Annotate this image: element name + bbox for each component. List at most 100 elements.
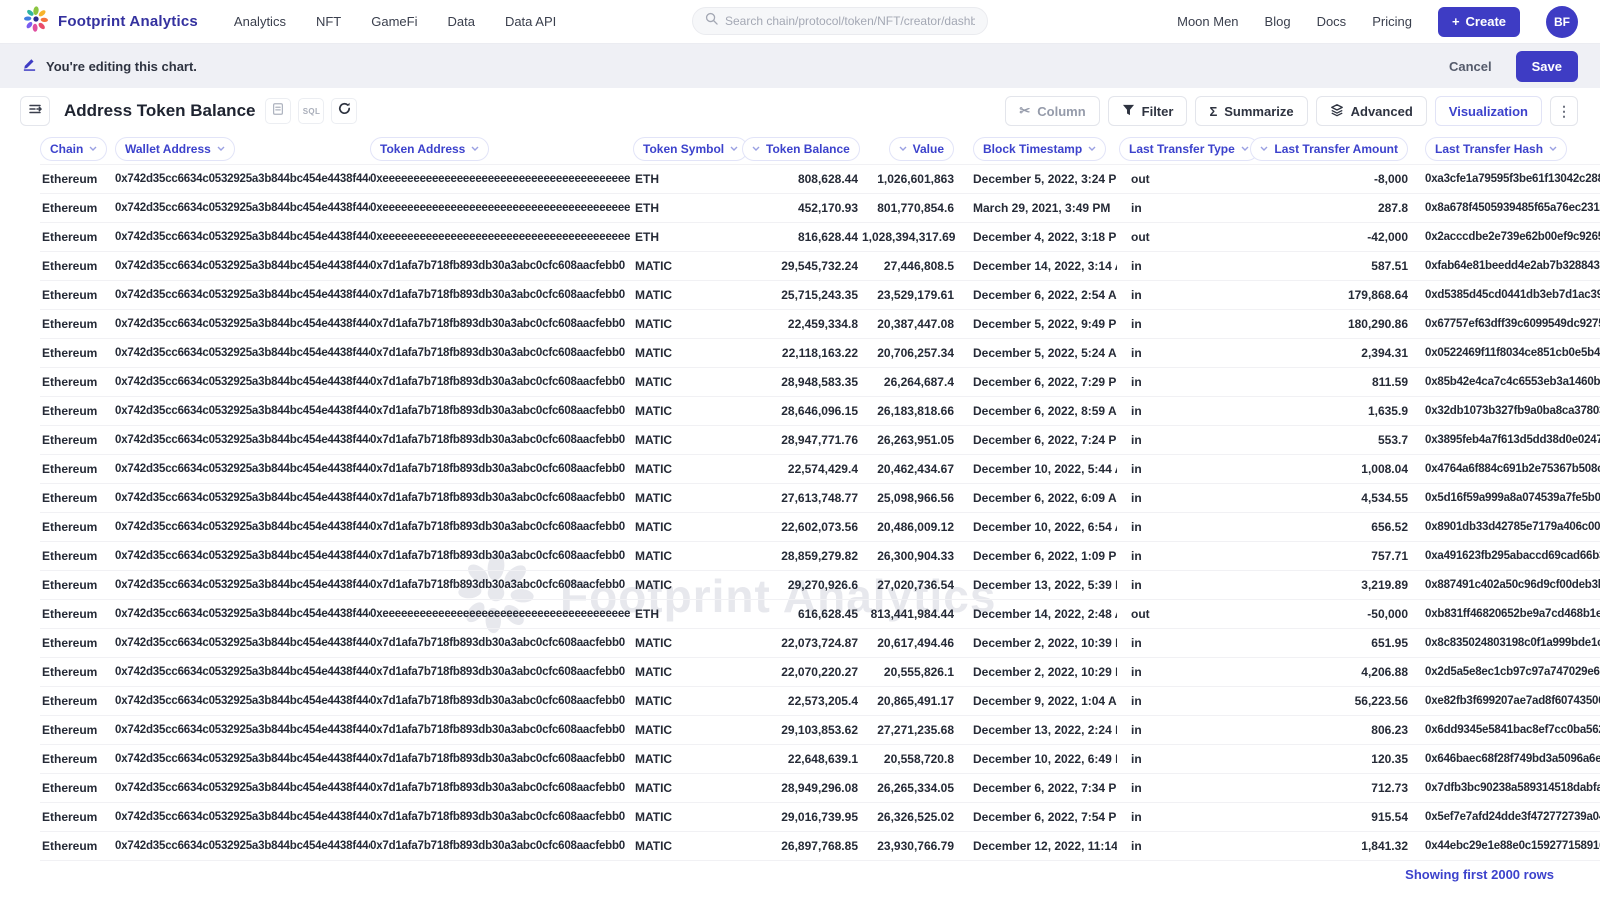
column-header-token-symbol[interactable]: Token Symbol (633, 137, 748, 161)
cell-token-symbol: MATIC (633, 280, 742, 309)
nav-item-data-api[interactable]: Data API (505, 14, 556, 29)
cell-last-transfer-type: out (1117, 164, 1248, 193)
cell-block-timestamp: December 10, 2022, 6:49 PM (958, 744, 1117, 773)
cell-token-symbol: MATIC (633, 512, 742, 541)
brand[interactable]: Footprint Analytics (22, 5, 198, 38)
kebab-icon: ⋮ (1557, 103, 1571, 120)
cell-last-transfer-hash: 0x8c835024803198c0f1a999bde1c687 (1412, 628, 1600, 657)
cell-chain: Ethereum (40, 251, 115, 280)
cell-token-balance: 28,949,296.08 (742, 773, 862, 802)
cell-block-timestamp: December 6, 2022, 7:54 PM (958, 802, 1117, 831)
column-header-last-transfer-amount[interactable]: Last Transfer Amount (1250, 137, 1408, 161)
nav-item-analytics[interactable]: Analytics (234, 14, 286, 29)
advanced-button[interactable]: Advanced (1316, 96, 1427, 126)
table-row: Ethereum 0x742d35cc6634c0532925a3b844bc4… (40, 831, 1600, 860)
cell-last-transfer-hash: 0x887491c402a50c96d9cf00deb3b775 (1412, 570, 1600, 599)
column-header-chain[interactable]: Chain (40, 137, 107, 161)
edit-actions: Cancel Save (1449, 51, 1578, 82)
column-header-block-timestamp[interactable]: Block Timestamp (973, 137, 1106, 161)
nav-item-pricing[interactable]: Pricing (1372, 14, 1412, 29)
column-header-last-transfer-hash[interactable]: Last Transfer Hash (1425, 137, 1567, 161)
cell-last-transfer-hash: 0x8a678f4505939485f65a76ec231934 (1412, 193, 1600, 222)
column-header-token-address[interactable]: Token Address (370, 137, 489, 161)
cell-token-symbol: MATIC (633, 483, 742, 512)
search-placeholder: Search chain/protocol/token/NFT/creator/… (725, 14, 975, 28)
cell-last-transfer-type: in (1117, 802, 1248, 831)
table-row: Ethereum 0x742d35cc6634c0532925a3b844bc4… (40, 715, 1600, 744)
nav-item-moon-men[interactable]: Moon Men (1177, 14, 1238, 29)
cell-token-address: 0x7d1afa7b718fb893db30a3abc0cfc608aacfeb… (370, 744, 633, 773)
cell-token-address: 0x7d1afa7b718fb893db30a3abc0cfc608aacfeb… (370, 802, 633, 831)
cell-block-timestamp: December 12, 2022, 11:14 ... (958, 831, 1117, 860)
nav-item-nft[interactable]: NFT (316, 14, 341, 29)
create-button[interactable]: + Create (1438, 7, 1520, 37)
nav-item-docs[interactable]: Docs (1317, 14, 1347, 29)
cell-token-address: 0x7d1afa7b718fb893db30a3abc0cfc608aacfeb… (370, 251, 633, 280)
cell-block-timestamp: December 13, 2022, 2:24 PM (958, 715, 1117, 744)
more-options-button[interactable]: ⋮ (1550, 96, 1578, 126)
avatar[interactable]: BF (1546, 6, 1578, 38)
top-navbar: Footprint Analytics Analytics NFT GameFi… (0, 0, 1600, 44)
cell-token-balance: 26,897,768.85 (742, 831, 862, 860)
outline-toggle-button[interactable] (20, 96, 50, 126)
cell-last-transfer-type: in (1117, 483, 1248, 512)
cell-value: 27,446,808.5 (862, 251, 958, 280)
column-header-last-transfer-type[interactable]: Last Transfer Type (1119, 137, 1259, 161)
nav-item-data[interactable]: Data (447, 14, 474, 29)
column-header-value[interactable]: Value (889, 137, 954, 161)
nav-item-blog[interactable]: Blog (1265, 14, 1291, 29)
cell-last-transfer-type: in (1117, 628, 1248, 657)
cell-token-balance: 28,947,771.76 (742, 425, 862, 454)
cell-token-address: 0xeeeeeeeeeeeeeeeeeeeeeeeeeeeeeeeeeeeeee… (370, 164, 633, 193)
table-row: Ethereum 0x742d35cc6634c0532925a3b844bc4… (40, 628, 1600, 657)
global-search-input[interactable]: Search chain/protocol/token/NFT/creator/… (692, 7, 988, 35)
chart-toolbar: Address Token Balance SQL ✂ Co (0, 88, 1600, 134)
summarize-button[interactable]: Σ Summarize (1195, 96, 1307, 126)
cell-last-transfer-amount: 1,841.32 (1248, 831, 1412, 860)
cancel-button[interactable]: Cancel (1449, 59, 1492, 74)
cell-last-transfer-type: in (1117, 367, 1248, 396)
chevron-down-icon (1549, 146, 1557, 151)
save-button[interactable]: Save (1516, 51, 1578, 82)
cell-token-balance: 22,073,724.87 (742, 628, 862, 657)
chevron-down-icon (471, 146, 479, 151)
cell-block-timestamp: December 14, 2022, 2:48 AM (958, 599, 1117, 628)
cell-last-transfer-type: in (1117, 193, 1248, 222)
refresh-button[interactable] (331, 98, 357, 124)
cell-wallet-address: 0x742d35cc6634c0532925a3b844bc454e4438f4… (115, 512, 370, 541)
notes-button[interactable] (265, 98, 291, 124)
cell-token-balance: 22,459,334.8 (742, 309, 862, 338)
cell-token-balance: 816,628.44 (742, 222, 862, 251)
cell-block-timestamp: December 14, 2022, 3:14 AM (958, 251, 1117, 280)
cell-value: 27,271,235.68 (862, 715, 958, 744)
table-row: Ethereum 0x742d35cc6634c0532925a3b844bc4… (40, 657, 1600, 686)
refresh-icon (337, 101, 352, 121)
cell-token-address: 0x7d1afa7b718fb893db30a3abc0cfc608aacfeb… (370, 338, 633, 367)
cell-block-timestamp: December 2, 2022, 10:39 PM (958, 628, 1117, 657)
cell-block-timestamp: December 10, 2022, 5:44 AM (958, 454, 1117, 483)
cell-token-address: 0x7d1afa7b718fb893db30a3abc0cfc608aacfeb… (370, 396, 633, 425)
cell-block-timestamp: December 5, 2022, 3:24 PM (958, 164, 1117, 193)
column-header-wallet-address[interactable]: Wallet Address (115, 137, 235, 161)
sql-button[interactable]: SQL (298, 98, 324, 124)
cell-chain: Ethereum (40, 164, 115, 193)
cell-last-transfer-amount: 1,008.04 (1248, 454, 1412, 483)
cell-token-symbol: ETH (633, 164, 742, 193)
cell-chain: Ethereum (40, 338, 115, 367)
cell-wallet-address: 0x742d35cc6634c0532925a3b844bc454e4438f4… (115, 280, 370, 309)
cell-block-timestamp: December 6, 2022, 1:09 PM (958, 541, 1117, 570)
cell-value: 20,387,447.08 (862, 309, 958, 338)
cell-block-timestamp: December 13, 2022, 5:39 PM (958, 570, 1117, 599)
cell-token-balance: 22,573,205.4 (742, 686, 862, 715)
column-header-token-balance[interactable]: Token Balance (742, 137, 860, 161)
table-row: Ethereum 0x742d35cc6634c0532925a3b844bc4… (40, 599, 1600, 628)
cell-token-symbol: MATIC (633, 454, 742, 483)
cell-chain: Ethereum (40, 222, 115, 251)
cell-chain: Ethereum (40, 280, 115, 309)
column-button[interactable]: ✂ Column (1005, 96, 1099, 126)
cell-value: 23,930,766.79 (862, 831, 958, 860)
cell-block-timestamp: December 4, 2022, 3:18 PM (958, 222, 1117, 251)
filter-button[interactable]: Filter (1108, 96, 1188, 126)
nav-item-gamefi[interactable]: GameFi (371, 14, 417, 29)
visualization-button[interactable]: Visualization (1435, 96, 1542, 126)
